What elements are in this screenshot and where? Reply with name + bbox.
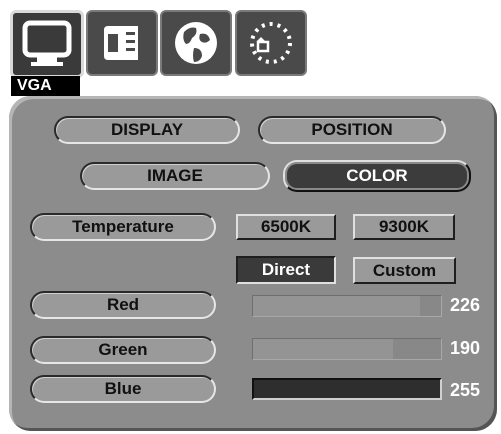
monitor-icon — [22, 20, 72, 66]
temp-9300k-button[interactable]: 9300K — [353, 214, 455, 240]
green-value: 190 — [450, 338, 481, 358]
blue-slider-fill — [254, 380, 440, 398]
dotted-circle-icon — [250, 22, 292, 64]
blue-label: Blue — [30, 375, 216, 403]
layout-icon — [104, 26, 138, 60]
red-value: 226 — [450, 295, 481, 315]
red-slider-fill — [253, 296, 420, 316]
source-tag: VGA — [11, 76, 80, 96]
blue-slider[interactable] — [252, 378, 442, 400]
mode-direct-button[interactable]: Direct — [236, 256, 336, 284]
tab-image[interactable]: IMAGE — [80, 162, 270, 190]
tab-color[interactable]: COLOR — [283, 160, 471, 192]
green-slider[interactable] — [252, 338, 442, 360]
green-slider-fill — [253, 339, 394, 359]
dotted-circle-icon-tile[interactable] — [235, 10, 307, 76]
monitor-icon-tile[interactable] — [10, 10, 84, 78]
red-label: Red — [30, 291, 216, 319]
temp-6500k-button[interactable]: 6500K — [236, 214, 336, 240]
temperature-label: Temperature — [30, 213, 216, 241]
globe-icon — [175, 22, 217, 64]
layout-icon-tile[interactable] — [86, 10, 158, 76]
red-slider[interactable] — [252, 295, 442, 317]
green-label: Green — [30, 336, 216, 364]
mode-custom-button[interactable]: Custom — [353, 257, 456, 284]
tab-position[interactable]: POSITION — [258, 116, 446, 144]
globe-icon-tile[interactable] — [160, 10, 232, 76]
tab-display[interactable]: DISPLAY — [54, 116, 240, 144]
blue-value: 255 — [450, 380, 481, 400]
